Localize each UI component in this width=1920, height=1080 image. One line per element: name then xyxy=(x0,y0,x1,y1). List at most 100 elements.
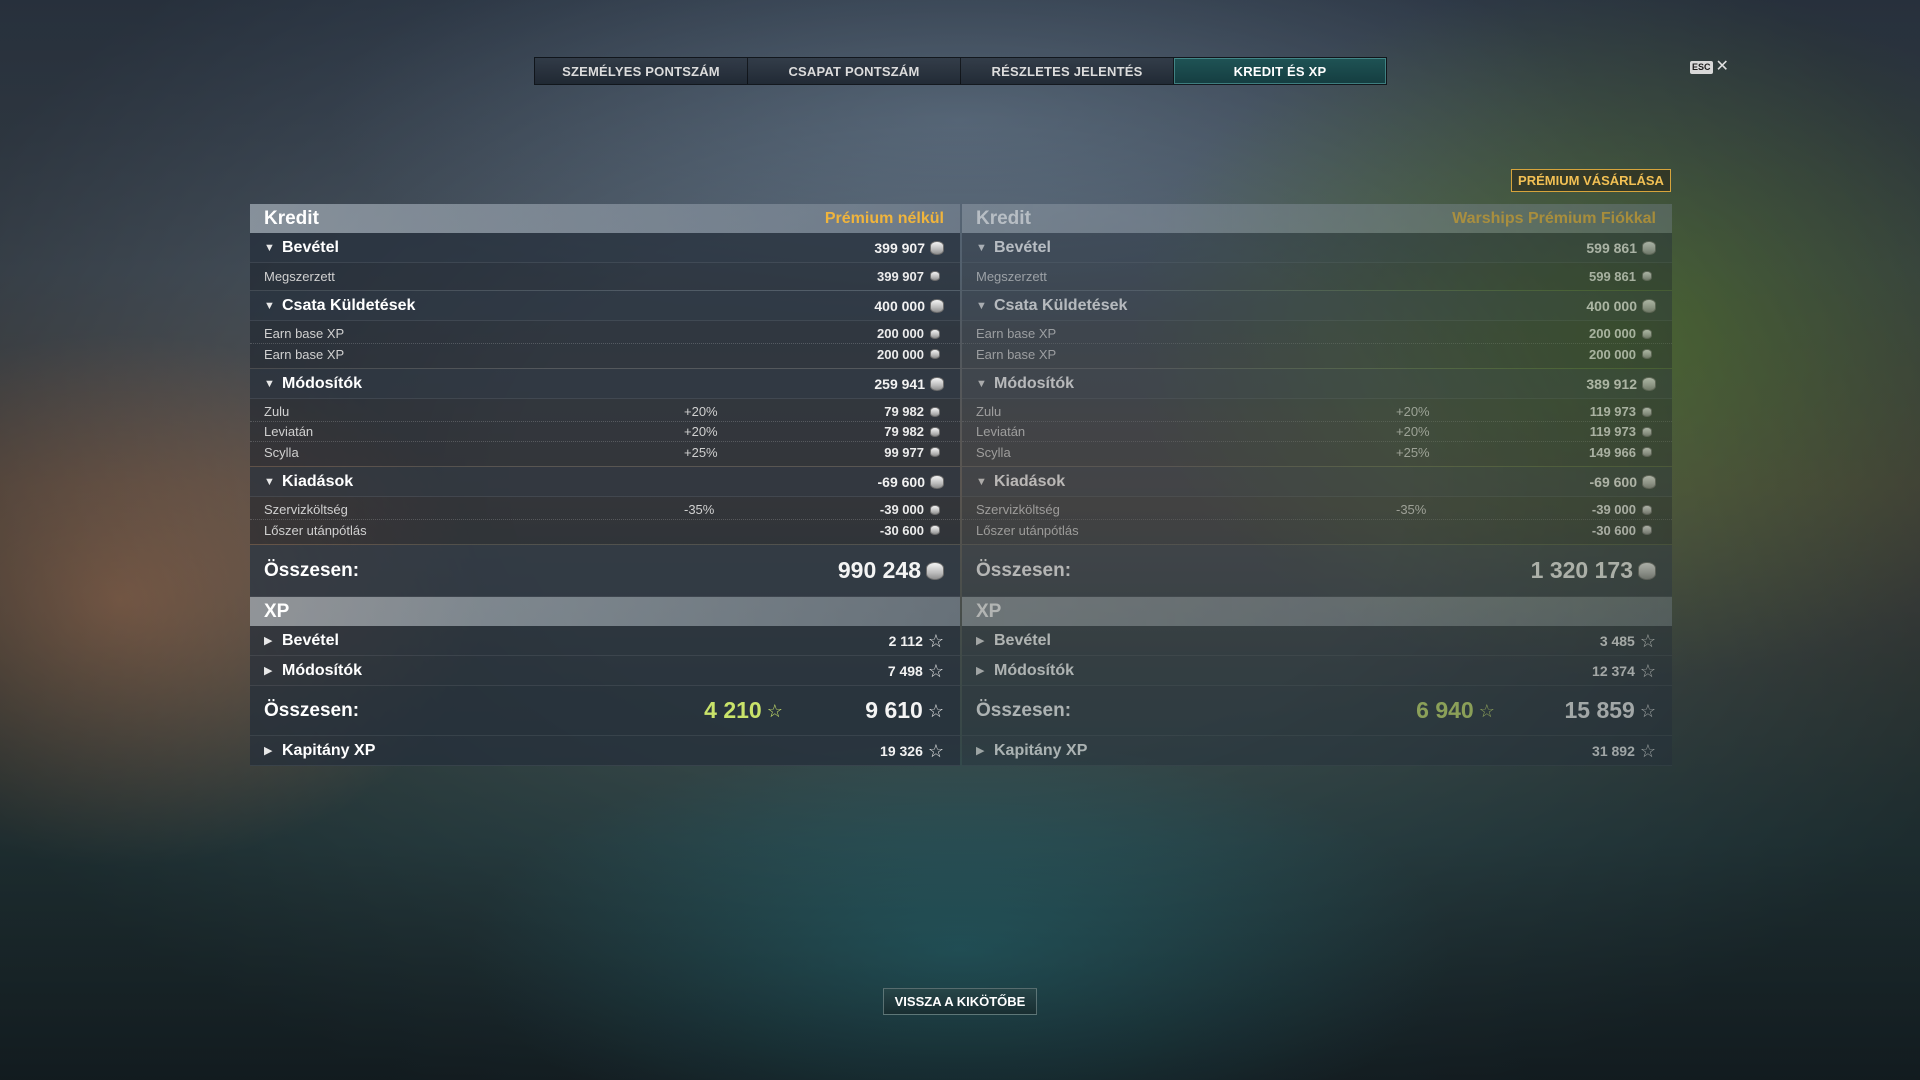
section-label: Bevétel xyxy=(282,238,339,256)
xp-total: Összesen: 6 940 ☆ 15 859 ☆ xyxy=(962,686,1672,736)
modifiers-details: Zulu +20% 79 982 Leviatán +20% 79 982 Sc… xyxy=(250,399,960,466)
credit-title: Kredit xyxy=(976,207,1031,229)
credit-header: Kredit Warships Prémium Fiókkal xyxy=(962,204,1672,233)
row-value: 200 000 xyxy=(877,326,924,341)
row-value: -30 600 xyxy=(1591,522,1636,538)
list-item: Earn base XP 200 000 xyxy=(962,324,1672,344)
caret-right-icon: ▶ xyxy=(976,665,985,677)
row-percent: -35% xyxy=(1396,502,1427,517)
list-item: Zulu +20% 119 973 xyxy=(962,402,1672,422)
credit-coin-icon xyxy=(1638,561,1656,580)
xp-income-row[interactable]: ▶ Bevétel 2 112 ☆ xyxy=(250,626,960,656)
modifiers-details: Zulu +20% 119 973 Leviatán +20% 119 973 … xyxy=(962,399,1672,466)
section-missions[interactable]: ▼ Csata Küldetések 400 000 xyxy=(962,291,1672,321)
section-label: Csata Küldetések xyxy=(282,296,416,314)
list-item: Leviatán +20% 79 982 xyxy=(250,422,960,442)
panel-without-premium: Kredit Prémium nélkül ▼ Bevétel 399 907 … xyxy=(250,204,960,766)
buy-premium-button[interactable]: PRÉMIUM VÁSÁRLÁSA xyxy=(1511,169,1671,192)
row-label: Leviatán xyxy=(264,424,314,439)
credit-coin-icon xyxy=(930,271,940,281)
close-button[interactable]: ESC ✕ xyxy=(1690,59,1729,75)
section-income[interactable]: ▼ Bevétel 399 907 xyxy=(250,233,960,263)
row-label: Earn base XP xyxy=(976,326,1057,341)
list-item: Earn base XP 200 000 xyxy=(962,344,1672,364)
tab-personal-score[interactable]: SZEMÉLYES PONTSZÁM xyxy=(535,58,748,84)
tab-bar: SZEMÉLYES PONTSZÁM CSAPAT PONTSZÁM RÉSZL… xyxy=(534,57,1387,85)
row-value: 99 977 xyxy=(884,444,924,460)
row-label: Megszerzett xyxy=(264,268,335,284)
credit-coin-icon xyxy=(930,504,940,515)
xp-income-row[interactable]: ▶ Bevétel 3 485 ☆ xyxy=(962,626,1672,656)
star-icon: ☆ xyxy=(1478,700,1495,721)
expenses-details: Szervizköltség -35% -39 000 Lőszer utánp… xyxy=(250,497,960,544)
row-value: 119 973 xyxy=(1589,404,1636,419)
row-label: Scylla xyxy=(976,444,1011,460)
esc-key-badge: ESC xyxy=(1690,60,1713,74)
section-expenses[interactable]: ▼ Kiadások -69 600 xyxy=(962,467,1672,497)
missions-details: Earn base XP 200 000 Earn base XP 200 00… xyxy=(250,321,960,368)
tab-detailed-report[interactable]: RÉSZLETES JELENTÉS xyxy=(961,58,1174,84)
star-icon: ☆ xyxy=(766,700,783,721)
tab-team-score[interactable]: CSAPAT PONTSZÁM xyxy=(748,58,961,84)
xp-modifiers-row[interactable]: ▶ Módosítók 7 498 ☆ xyxy=(250,656,960,686)
caret-right-icon: ▶ xyxy=(264,635,273,647)
section-income[interactable]: ▼ Bevétel 599 861 xyxy=(962,233,1672,263)
row-label: Scylla xyxy=(264,444,299,460)
section-value: 400 000 xyxy=(874,297,925,314)
star-icon: ☆ xyxy=(1639,740,1656,761)
income-details: Megszerzett 599 861 xyxy=(962,263,1672,290)
section-label: Kapitány XP xyxy=(282,741,376,759)
total-value: 1 320 173 xyxy=(1530,557,1633,583)
credit-coin-icon xyxy=(1642,447,1652,457)
section-missions[interactable]: ▼ Csata Küldetések 400 000 xyxy=(250,291,960,321)
xp-header: XP xyxy=(962,597,1672,626)
panel-with-premium: Kredit Warships Prémium Fiókkal ▼ Bevéte… xyxy=(962,204,1672,766)
section-value: 599 861 xyxy=(1586,239,1637,256)
back-to-port-button[interactable]: VISSZA A KIKÖTŐBE xyxy=(883,988,1037,1015)
caret-down-icon: ▼ xyxy=(976,475,987,488)
caret-right-icon: ▶ xyxy=(976,635,985,647)
xp-header: XP xyxy=(250,597,960,626)
section-value: 31 892 xyxy=(1592,742,1635,759)
credit-coin-icon xyxy=(930,349,940,359)
section-value: 2 112 xyxy=(888,632,923,649)
credit-coin-icon xyxy=(1642,406,1652,417)
section-modifiers[interactable]: ▼ Módosítók 389 912 xyxy=(962,369,1672,399)
section-value: 259 941 xyxy=(874,375,925,392)
credit-coin-icon xyxy=(1642,525,1652,535)
caret-down-icon: ▼ xyxy=(976,241,987,254)
section-label: Bevétel xyxy=(994,238,1051,256)
credit-coin-icon xyxy=(1642,426,1652,437)
list-item: Megszerzett 399 907 xyxy=(250,266,960,286)
tab-credits-xp[interactable]: KREDIT ÉS XP xyxy=(1174,58,1386,84)
section-value: 12 374 xyxy=(1592,662,1635,679)
captain-xp-row[interactable]: ▶ Kapitány XP 31 892 ☆ xyxy=(962,736,1672,766)
section-expenses[interactable]: ▼ Kiadások -69 600 xyxy=(250,467,960,497)
credit-coin-icon xyxy=(930,240,944,255)
star-icon: ☆ xyxy=(927,700,944,721)
xp-total: Összesen: 4 210 ☆ 9 610 ☆ xyxy=(250,686,960,736)
row-percent: +20% xyxy=(684,404,718,419)
xp-modifiers-row[interactable]: ▶ Módosítók 12 374 ☆ xyxy=(962,656,1672,686)
row-value: -30 600 xyxy=(879,522,924,538)
star-icon: ☆ xyxy=(1639,660,1656,681)
total-label: Összesen: xyxy=(264,559,360,581)
section-value: 389 912 xyxy=(1586,375,1637,392)
xp-title: XP xyxy=(976,600,1002,622)
list-item: Lőszer utánpótlás -30 600 xyxy=(962,520,1672,540)
section-label: Kapitány XP xyxy=(994,741,1088,759)
total-label: Összesen: xyxy=(976,699,1072,721)
list-item: Leviatán +20% 119 973 xyxy=(962,422,1672,442)
list-item: Earn base XP 200 000 xyxy=(250,324,960,344)
section-value: 19 326 xyxy=(880,742,923,759)
credit-coin-icon xyxy=(1642,240,1656,255)
section-modifiers[interactable]: ▼ Módosítók 259 941 xyxy=(250,369,960,399)
list-item: Lőszer utánpótlás -30 600 xyxy=(250,520,960,540)
xp-green-value: 6 940 xyxy=(1416,697,1474,723)
list-item: Zulu +20% 79 982 xyxy=(250,402,960,422)
credit-subtitle: Warships Prémium Fiókkal xyxy=(1452,209,1656,227)
total-value: 9 610 xyxy=(865,697,923,723)
captain-xp-row[interactable]: ▶ Kapitány XP 19 326 ☆ xyxy=(250,736,960,766)
row-label: Szervizköltség xyxy=(264,502,348,517)
missions-details: Earn base XP 200 000 Earn base XP 200 00… xyxy=(962,321,1672,368)
